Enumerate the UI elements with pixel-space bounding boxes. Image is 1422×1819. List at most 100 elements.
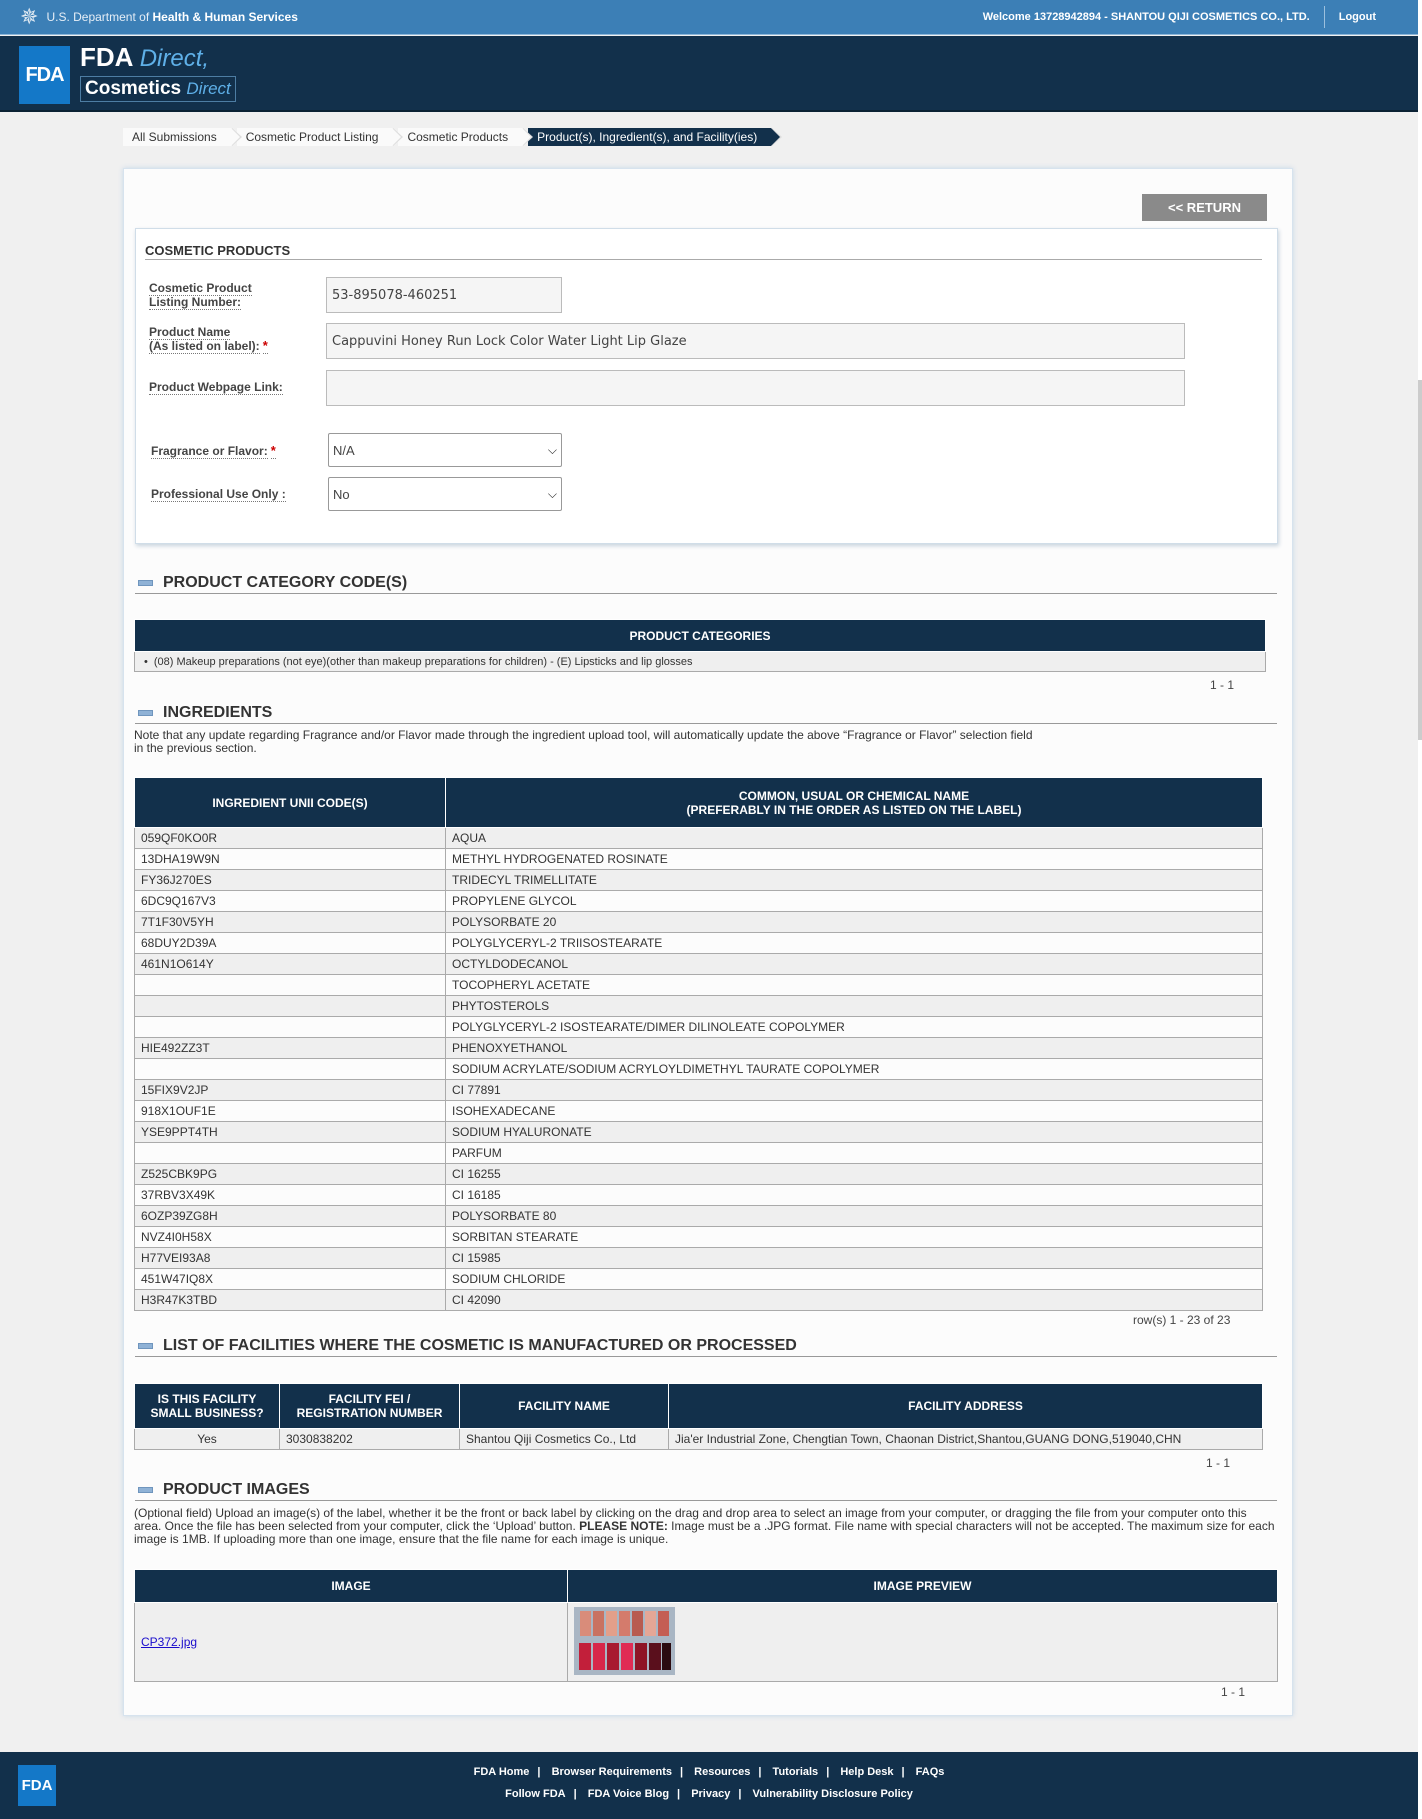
table-row: H77VEI93A8 CI 15985 — [134, 1247, 1263, 1269]
category-section-header[interactable]: PRODUCT CATEGORY CODE(S) — [135, 572, 1277, 594]
chemical-name-cell: PROPYLENE GLYCOL — [445, 890, 1263, 912]
collapse-icon[interactable] — [138, 709, 153, 716]
chemical-name-cell: AQUA — [445, 827, 1263, 849]
small-business-column-header: IS THIS FACILITY SMALL BUSINESS? — [134, 1383, 280, 1429]
footer-link-resources[interactable]: Resources — [694, 1766, 750, 1778]
table-row: PARFUM — [134, 1142, 1263, 1164]
chemical-name-cell: METHYL HYDROGENATED ROSINATE — [445, 848, 1263, 870]
footer-link-browser-requirements[interactable]: Browser Requirements — [552, 1766, 672, 1778]
footer-link-privacy[interactable]: Privacy — [691, 1788, 730, 1800]
table-row: POLYGLYCERYL-2 ISOSTEARATE/DIMER DILINOL… — [134, 1016, 1263, 1038]
table-row: 451W47IQ8X SODIUM CHLORIDE — [134, 1268, 1263, 1290]
facility-address-cell: Jia'er Industrial Zone, Chengtian Town, … — [668, 1428, 1263, 1450]
breadcrumb-cosmetic-product-listing[interactable]: Cosmetic Product Listing — [236, 128, 404, 146]
fei-column-header: FACILITY FEI / REGISTRATION NUMBER — [279, 1383, 460, 1429]
listing-number-field[interactable]: 53-895078-460251 — [326, 277, 562, 313]
chemical-name-cell: CI 42090 — [445, 1289, 1263, 1311]
dept-prefix: U.S. Department of — [46, 10, 153, 24]
unii-cell: 6OZP39ZG8H — [134, 1205, 446, 1227]
product-image-thumbnail[interactable] — [574, 1606, 675, 1675]
category-section-title: PRODUCT CATEGORY CODE(S) — [163, 573, 408, 591]
chevron-down-icon: ⌵ — [547, 442, 557, 457]
ingredients-section-header[interactable]: INGREDIENTS — [135, 702, 1277, 724]
unii-cell: 15FIX9V2JP — [134, 1079, 446, 1101]
footer-link-fda-home[interactable]: FDA Home — [474, 1766, 530, 1778]
product-name-field[interactable]: Cappuvini Honey Run Lock Color Water Lig… — [326, 323, 1185, 359]
unii-cell: 461N1O614Y — [134, 953, 446, 975]
footer-separator: | — [537, 1766, 541, 1778]
table-row: YSE9PPT4TH SODIUM HYALURONATE — [134, 1121, 1263, 1143]
fragrance-selected-value: N/A — [333, 442, 355, 458]
facilities-section-header[interactable]: LIST OF FACILITIES WHERE THE COSMETIC IS… — [135, 1335, 1277, 1357]
category-pager: 1 - 1 — [1210, 678, 1235, 692]
ingredients-note: Note that any update regarding Fragrance… — [134, 728, 1033, 755]
fragrance-flavor-select[interactable]: N/A ⌵ — [328, 433, 562, 467]
category-row: • (08) Makeup preparations (not eye)(othe… — [134, 651, 1266, 672]
table-row: 461N1O614Y OCTYLDODECANOL — [134, 953, 1263, 975]
dept-name: Health & Human Services — [152, 10, 298, 24]
return-button[interactable]: << RETURN — [1142, 194, 1267, 221]
facility-address-column-header: FACILITY ADDRESS — [668, 1383, 1263, 1429]
unii-cell: YSE9PPT4TH — [134, 1121, 446, 1143]
collapse-icon[interactable] — [138, 1486, 153, 1493]
breadcrumb-cosmetic-products[interactable]: Cosmetic Products — [398, 128, 533, 146]
chemical-name-cell: SODIUM ACRYLATE/SODIUM ACRYLOYLDIMETHYL … — [445, 1058, 1263, 1080]
chemical-name-cell: OCTYLDODECANOL — [445, 953, 1263, 975]
footer-links-row-2: Follow FDA | FDA Voice Blog | Privacy | Vul… — [0, 1788, 1418, 1800]
fei-cell: 3030838202 — [279, 1428, 460, 1450]
footer-link-follow-fda[interactable]: Follow FDA — [505, 1788, 566, 1800]
listing-number-label: Cosmetic Product Listing Number: — [149, 281, 252, 310]
cosmetics-direct-italic: Direct — [186, 79, 231, 98]
footer-link-tutorials[interactable]: Tutorials — [773, 1766, 819, 1778]
table-row: 6DC9Q167V3 PROPYLENE GLYCOL — [134, 890, 1263, 912]
footer-link-help-desk[interactable]: Help Desk — [840, 1766, 893, 1778]
image-column-header: IMAGE — [134, 1569, 568, 1603]
images-section-header[interactable]: PRODUCT IMAGES — [135, 1479, 1277, 1501]
breadcrumb-all-submissions[interactable]: All Submissions — [123, 128, 242, 146]
image-preview-cell — [567, 1602, 1278, 1682]
scrollbar-thumb[interactable] — [1418, 380, 1422, 740]
chemical-name-cell: POLYGLYCERYL-2 ISOSTEARATE/DIMER DILINOL… — [445, 1016, 1263, 1038]
professional-use-label: Professional Use Only : — [151, 487, 286, 502]
hhs-eagle-icon: ✵ — [20, 4, 39, 29]
footer-link-fda-voice-blog[interactable]: FDA Voice Blog — [588, 1788, 669, 1800]
chemical-name-cell: TRIDECYL TRIMELLITATE — [445, 869, 1263, 891]
breadcrumb-current: Product(s), Ingredient(s), and Facility(… — [528, 128, 783, 146]
footer-link-vulnerability-disclosure[interactable]: Vulnerability Disclosure Policy — [752, 1788, 912, 1800]
unii-cell: NVZ4I0H58X — [134, 1226, 446, 1248]
fda-direct-italic: Direct — [139, 45, 203, 72]
image-file-link[interactable]: CP372.jpg — [141, 1635, 197, 1649]
unii-cell: 6DC9Q167V3 — [134, 890, 446, 912]
facilities-section-title: LIST OF FACILITIES WHERE THE COSMETIC IS… — [163, 1336, 797, 1354]
collapse-icon[interactable] — [138, 1342, 153, 1349]
fda-logo-icon[interactable]: FDA — [19, 46, 70, 104]
collapse-icon[interactable] — [138, 579, 153, 586]
unii-cell: 7T1F30V5YH — [134, 911, 446, 933]
chemical-name-cell: TOCOPHERYL ACETATE — [445, 974, 1263, 996]
product-webpage-field[interactable] — [326, 370, 1185, 406]
product-categories-table: PRODUCT CATEGORIES • (08) Makeup preparat… — [134, 619, 1266, 672]
footer-separator: | — [826, 1766, 830, 1778]
unii-cell: 059QF0KO0R — [134, 827, 446, 849]
table-row: PHYTOSTEROLS — [134, 995, 1263, 1017]
chemical-name-cell: CI 77891 — [445, 1079, 1263, 1101]
chemical-name-cell: POLYSORBATE 20 — [445, 911, 1263, 933]
professional-use-select[interactable]: No ⌵ — [328, 477, 562, 511]
footer-separator: | — [758, 1766, 762, 1778]
vertical-scrollbar[interactable] — [1418, 0, 1422, 1819]
ingredients-pager: row(s) 1 - 23 of 23 — [1133, 1313, 1231, 1327]
footer-link-faqs[interactable]: FAQs — [916, 1766, 945, 1778]
chemical-name-cell: SODIUM CHLORIDE — [445, 1268, 1263, 1290]
chemical-name-cell: POLYSORBATE 80 — [445, 1205, 1263, 1227]
logout-link[interactable]: Logout — [1339, 11, 1376, 23]
required-marker: * — [270, 443, 276, 459]
unii-cell: H3R47K3TBD — [134, 1289, 446, 1311]
unii-cell — [134, 1016, 446, 1038]
footer-separator: | — [680, 1766, 684, 1778]
hhs-department-title[interactable]: U.S. Department of Health & Human Servic… — [46, 10, 297, 24]
fda-direct-title[interactable]: FDA Direct, Cosmetics Direct — [80, 42, 236, 102]
image-preview-column-header: IMAGE PREVIEW — [567, 1569, 1278, 1603]
unii-cell: 918X1OUF1E — [134, 1100, 446, 1122]
ingredients-table: INGREDIENT UNII CODE(S) COMMON, USUAL OR… — [134, 777, 1263, 1311]
header-divider — [1323, 6, 1325, 28]
